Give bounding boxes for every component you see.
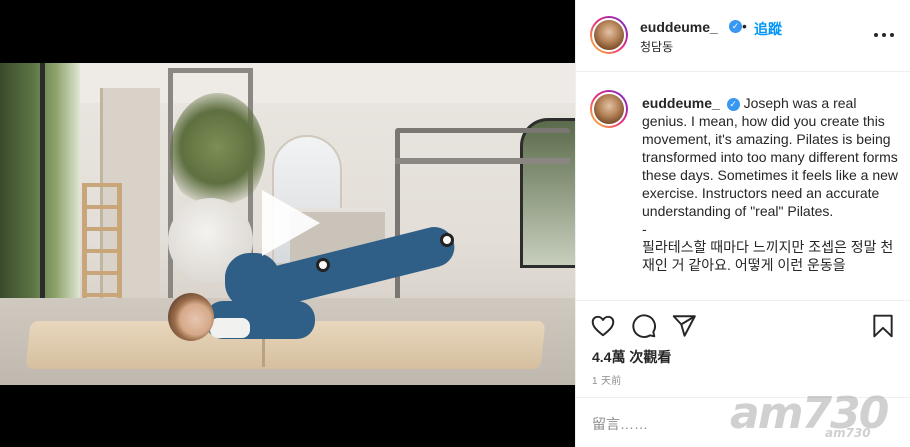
reformer-frame <box>395 128 570 318</box>
watermark-logo: am730 am730 <box>730 388 889 440</box>
caption-body: Joseph was a real genius. I mean, how di… <box>642 95 899 219</box>
instructor-foot <box>316 258 330 272</box>
instructor-foot <box>440 233 454 247</box>
heart-icon[interactable] <box>590 313 616 339</box>
post-time[interactable]: 1 天前 <box>592 372 622 387</box>
post-panel: euddeume_ ✓ • 追蹤 청담동 euddeume_ ✓ Joseph … <box>575 0 910 447</box>
reformer-bar <box>395 158 570 164</box>
play-icon[interactable] <box>262 190 320 256</box>
post-header: euddeume_ ✓ • 追蹤 청담동 <box>576 0 910 72</box>
caption-text: euddeume_ ✓ Joseph was a real genius. I … <box>642 94 900 274</box>
separator-dot: • <box>742 18 747 34</box>
avatar-image <box>592 92 626 126</box>
header-username[interactable]: euddeume_ <box>640 19 718 35</box>
follow-button[interactable]: 追蹤 <box>754 19 782 39</box>
ladder-barrel <box>82 183 122 313</box>
share-icon[interactable] <box>671 313 697 339</box>
caption-korean: 필라테스할 때마다 느끼지만 조셉은 정말 천재인 거 같아요. 어떻게 이런 … <box>642 239 894 273</box>
studio-ceiling <box>0 63 575 103</box>
comment-icon[interactable] <box>631 313 657 339</box>
more-horizontal-icon[interactable] <box>872 26 896 44</box>
location-link[interactable]: 청담동 <box>640 38 673 55</box>
avatar[interactable] <box>590 90 628 128</box>
plant <box>170 93 265 213</box>
avatar[interactable] <box>590 16 628 54</box>
caption-divider: - <box>642 221 647 237</box>
verified-badge-icon: ✓ <box>729 20 742 33</box>
studio-window <box>0 63 80 318</box>
avatar-image <box>592 18 626 52</box>
caption-section: euddeume_ ✓ Joseph was a real genius. I … <box>576 72 910 300</box>
instructor-knee <box>225 253 280 308</box>
video-player[interactable] <box>0 0 575 447</box>
view-count[interactable]: 4.4萬 次觀看 <box>592 347 671 367</box>
instructor-top <box>210 318 250 338</box>
instructor-head <box>168 293 214 341</box>
bookmark-icon[interactable] <box>870 313 896 339</box>
watermark-sub: am730 <box>825 426 871 440</box>
action-bar: 4.4萬 次觀看 1 天前 <box>576 300 910 390</box>
caption-username[interactable]: euddeume_ <box>642 95 720 111</box>
verified-badge-icon: ✓ <box>726 98 740 111</box>
